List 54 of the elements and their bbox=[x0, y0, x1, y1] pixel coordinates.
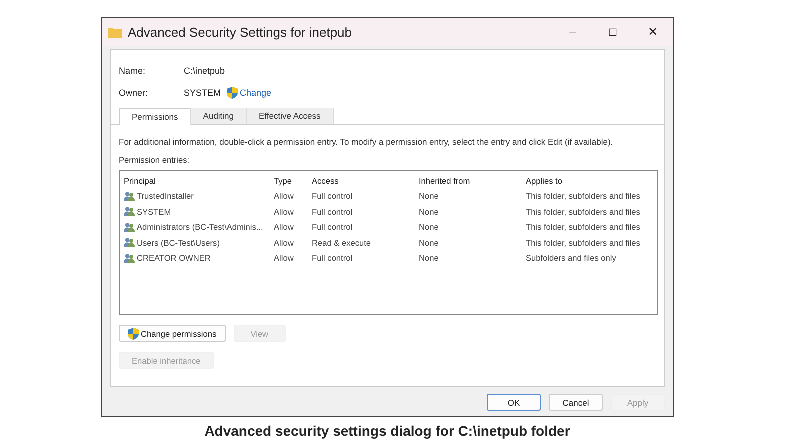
name-value[interactable]: C:\inetpub bbox=[184, 66, 226, 76]
table-cell-text: None bbox=[419, 191, 440, 202]
table-cell-text: Allow bbox=[274, 191, 295, 202]
table-cell-text: Read & execute bbox=[312, 238, 372, 248]
owner-label: Owner: bbox=[119, 88, 150, 98]
maximize-button[interactable]: □ bbox=[593, 18, 633, 46]
column-header[interactable]: Access bbox=[312, 176, 419, 186]
folder-icon bbox=[108, 26, 122, 38]
table-cell-text: Allow bbox=[274, 206, 295, 217]
users-icon bbox=[124, 207, 135, 216]
table-cell-text: Full control bbox=[312, 191, 354, 202]
table-cell-text: None bbox=[419, 206, 440, 217]
table-cell-text: None bbox=[419, 253, 440, 264]
table-cell-text: Full control bbox=[312, 222, 354, 232]
table-cell-text: Full control bbox=[312, 253, 354, 264]
column-header[interactable]: Type bbox=[274, 176, 312, 186]
users-icon bbox=[124, 238, 135, 248]
info-text: For additional information, double-click a permission entry. To modify a permission entry, select the entry and click Edit (if available). bbox=[119, 137, 614, 147]
entries-label: Permission entries: bbox=[119, 155, 191, 165]
table-cell: Users (BC-Test\Users) bbox=[124, 238, 274, 248]
column-header[interactable]: Applies to bbox=[526, 176, 658, 186]
table-cell-text: Allow bbox=[274, 222, 295, 232]
users-icon bbox=[124, 192, 135, 201]
ok-button[interactable]: OK bbox=[487, 394, 541, 411]
shield-icon bbox=[227, 87, 238, 99]
caption: Advanced security settings dialog for C:\inetpub folder bbox=[204, 423, 572, 439]
tab[interactable]: Effective Access bbox=[247, 108, 334, 124]
table-cell-text: This folder, subfolders and files bbox=[526, 222, 642, 232]
change-link[interactable]: Change bbox=[240, 88, 272, 98]
window-title: Advanced Security Settings for inetpub bbox=[128, 24, 354, 40]
name-label: Name: bbox=[119, 66, 147, 76]
close-button[interactable]: ✕ bbox=[633, 18, 673, 46]
table-cell-text: This folder, subfolders and files bbox=[526, 206, 642, 217]
table-cell: CREATOR OWNER bbox=[124, 253, 274, 264]
table-cell: SYSTEM bbox=[124, 206, 274, 217]
table-cell-text: None bbox=[419, 238, 440, 248]
table-cell-text: Full control bbox=[312, 206, 354, 217]
table-cell-text: Subfolders and files only bbox=[526, 253, 618, 264]
table-cell-text: Allow bbox=[274, 238, 295, 248]
table-cell: TrustedInstaller bbox=[124, 191, 274, 202]
tab[interactable]: Permissions bbox=[119, 108, 192, 125]
users-icon bbox=[124, 254, 135, 263]
table-cell-text: Allow bbox=[274, 253, 295, 264]
tab[interactable]: Auditing bbox=[191, 108, 248, 124]
column-header[interactable]: Inherited from bbox=[419, 176, 526, 186]
table-cell: Administrators (BC-Test\Adminis... bbox=[124, 222, 274, 232]
cancel-button[interactable]: Cancel bbox=[549, 394, 603, 411]
column-header[interactable]: Principal bbox=[124, 176, 274, 186]
owner-value: SYSTEM bbox=[184, 88, 222, 98]
table-cell-text: This folder, subfolders and files bbox=[526, 238, 642, 248]
change-permissions-button[interactable]: Change permissions bbox=[119, 325, 226, 342]
table-cell-text: None bbox=[419, 222, 440, 232]
table-cell-text: This folder, subfolders and files bbox=[526, 191, 642, 202]
users-icon bbox=[124, 222, 135, 232]
